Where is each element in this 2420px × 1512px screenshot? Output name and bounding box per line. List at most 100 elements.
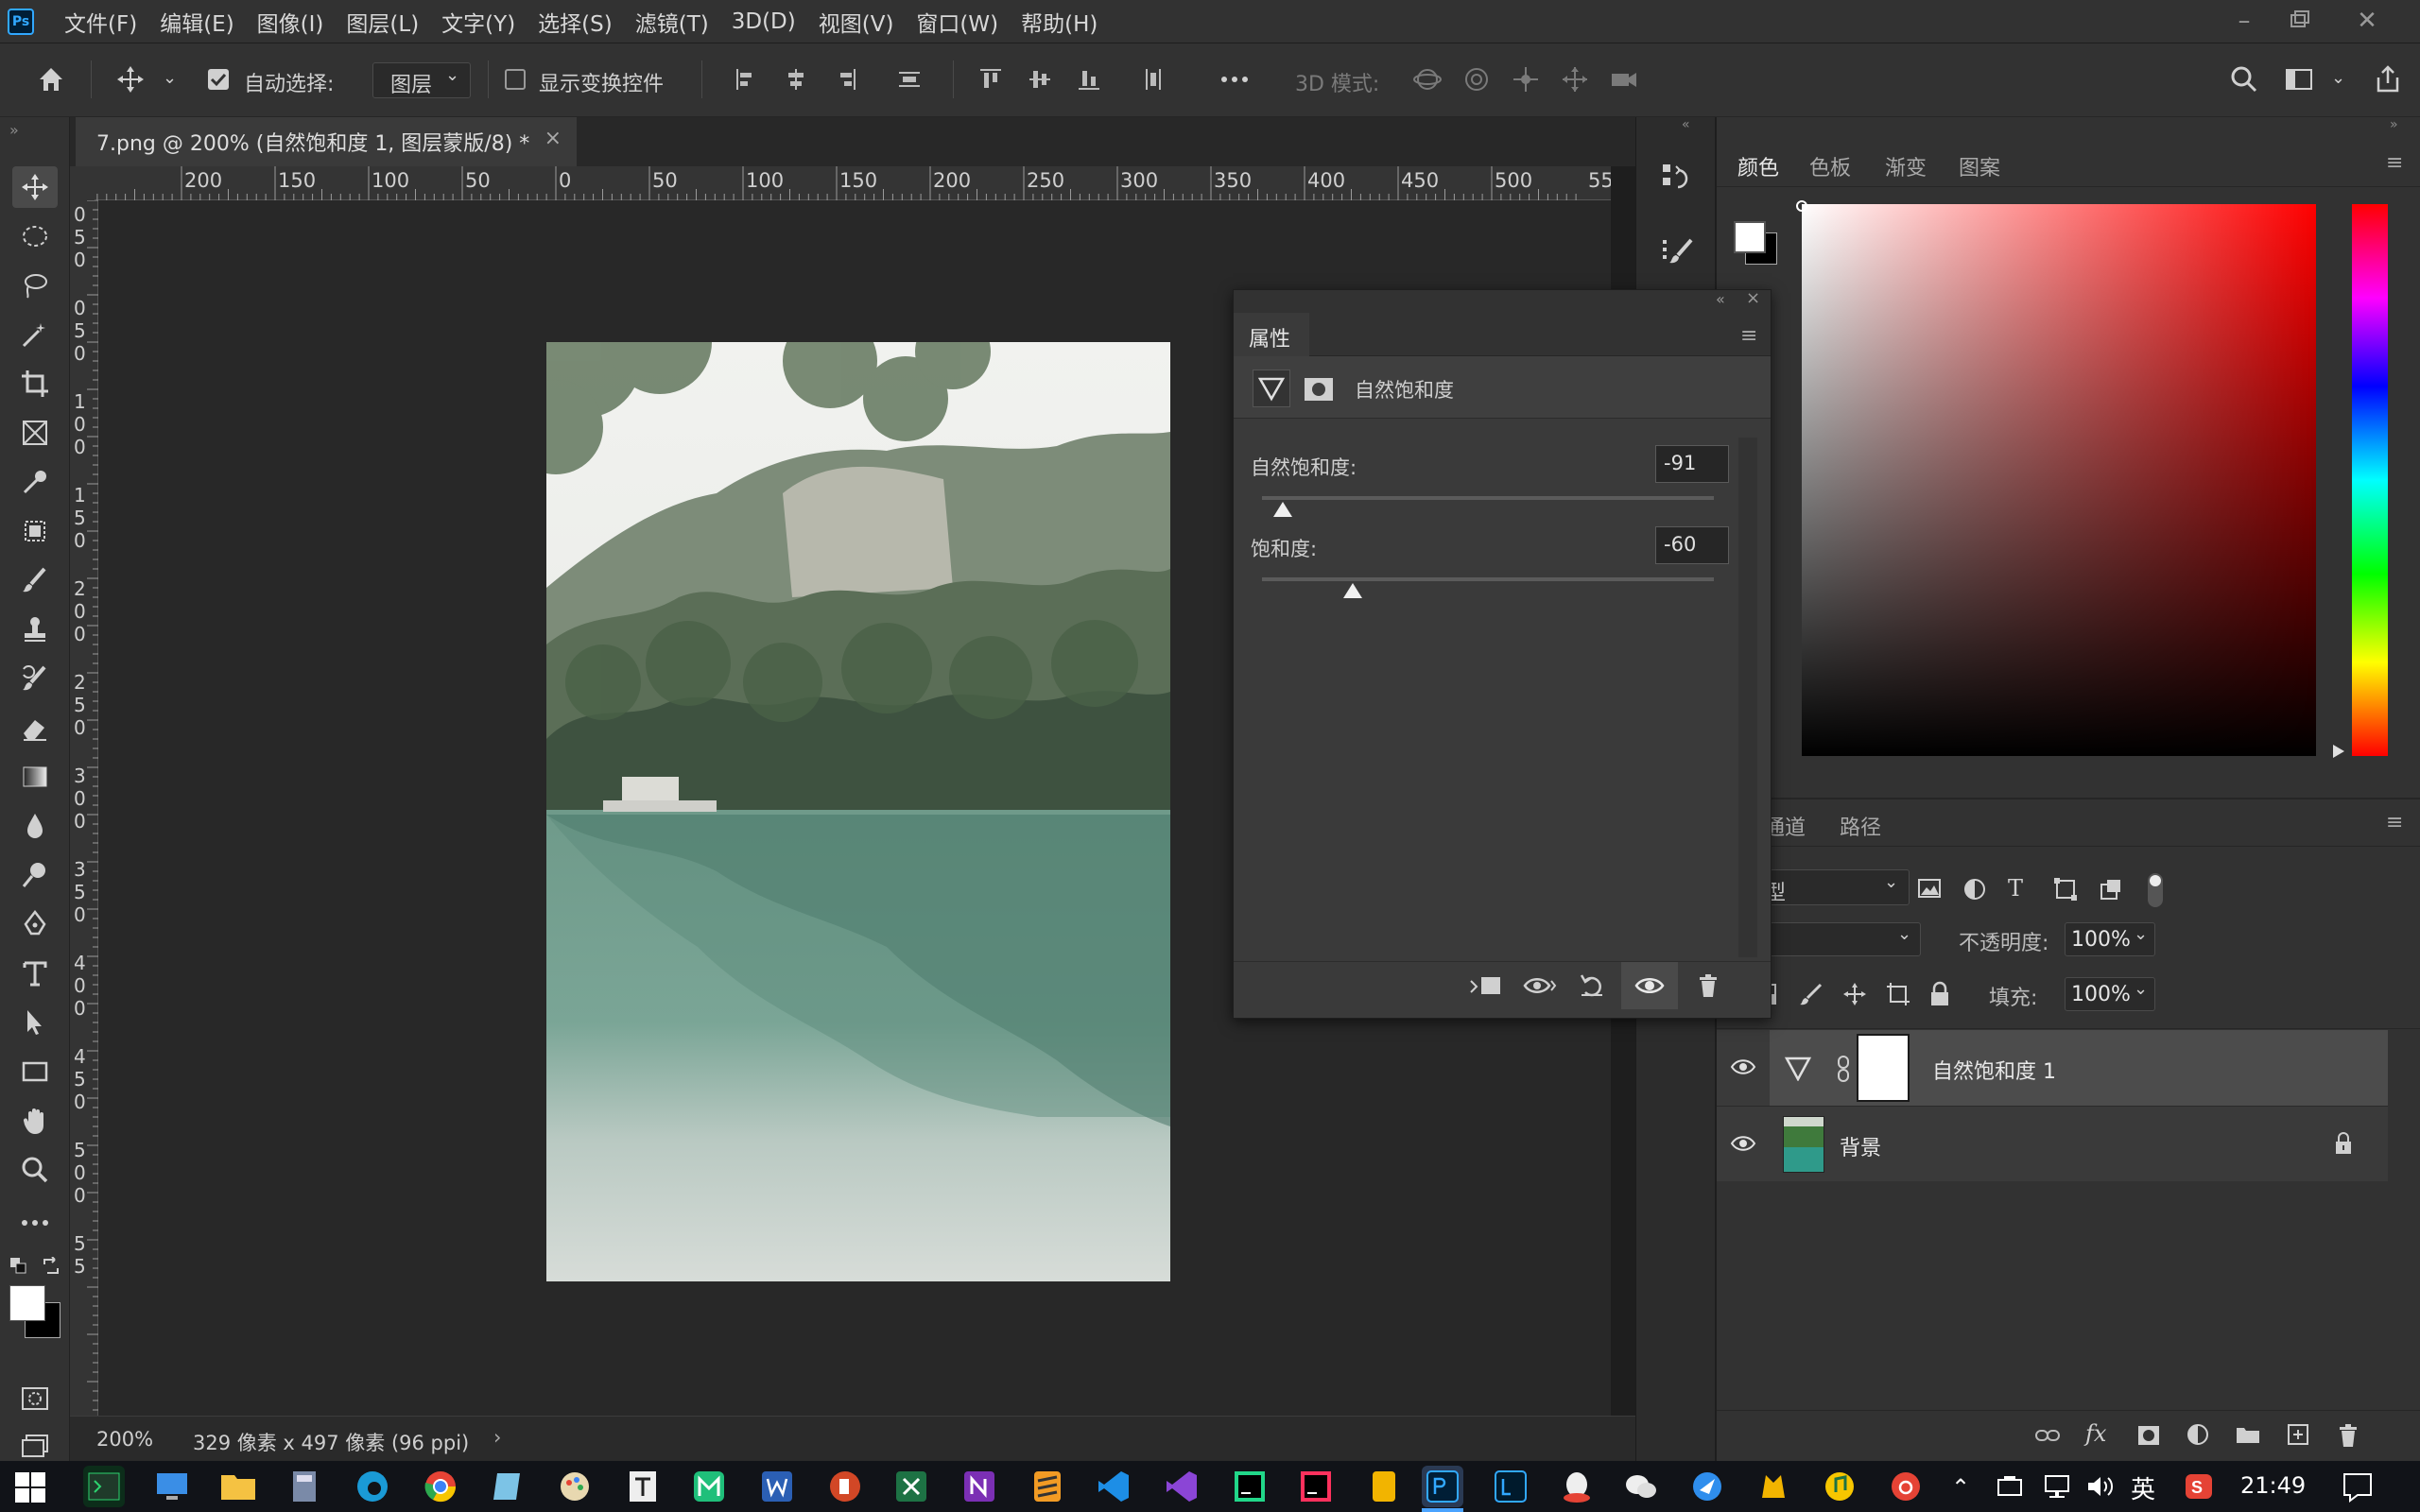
vscode-icon[interactable] [1093,1466,1134,1507]
filter-pixel-icon[interactable] [1917,877,1944,900]
marquee-tool-icon[interactable] [12,215,58,257]
filter-shape-icon[interactable] [2053,877,2078,902]
new-group-icon[interactable] [2235,1424,2261,1445]
delete-adjustment-icon[interactable] [1697,972,1720,999]
terminal-app-icon[interactable] [83,1466,125,1507]
music-app-icon[interactable] [1819,1466,1860,1507]
collapse-panel-icon[interactable]: « [1716,290,1725,308]
align-top-icon[interactable] [972,60,1010,98]
lightroom-icon[interactable] [1490,1466,1531,1507]
document-image[interactable] [546,342,1170,1281]
quick-mask-icon[interactable] [12,1378,58,1419]
layer-mask-thumbnail[interactable] [1857,1034,1910,1102]
document-tab[interactable]: 7.png @ 200% (自然饱和度 1, 图层蒙版/8) * × [76,117,577,166]
dingtalk-icon[interactable] [1753,1466,1794,1507]
filter-adjustment-icon[interactable] [1962,877,1987,902]
new-layer-icon[interactable] [2286,1422,2310,1447]
eyedropper-icon[interactable] [12,461,58,503]
filter-type-icon[interactable]: T [2008,875,2023,902]
3d-orbit-icon[interactable] [1409,60,1446,98]
opacity-field[interactable]: 100% ⌄ [2065,922,2155,956]
crop-tool-icon[interactable] [12,363,58,404]
saturation-slider-handle[interactable] [1342,583,1362,598]
properties-scrollbar[interactable] [1738,438,1757,957]
path-selection-icon[interactable] [12,1002,58,1043]
windows-start-icon[interactable] [13,1470,47,1504]
tab-paths[interactable]: 路径 [1840,811,1881,841]
layer-row-background[interactable]: 背景 [1717,1106,2388,1181]
tab-color[interactable]: 颜色 [1737,151,1779,181]
default-colors-icon[interactable] [9,1257,28,1276]
pen-workspace-icon[interactable] [1995,1472,2025,1501]
3d-roll-icon[interactable] [1458,60,1495,98]
lock-pixels-icon[interactable] [1798,981,1824,1007]
saturation-slider[interactable] [1262,577,1714,581]
visual-studio-icon[interactable] [1161,1466,1202,1507]
chevron-down-icon[interactable]: ⌄ [2331,68,2345,88]
dodge-tool-icon[interactable] [12,854,58,896]
menu-image[interactable]: 图像(I) [257,6,324,38]
move-tool-icon[interactable] [12,166,58,208]
menu-edit[interactable]: 编辑(E) [160,6,233,38]
eye-visibility-icon[interactable] [1730,1057,1756,1077]
vibrance-slider-handle[interactable] [1272,502,1292,517]
pycharm-icon[interactable] [1229,1466,1270,1507]
powerpoint-icon[interactable] [824,1466,866,1507]
intellij-icon[interactable] [1295,1466,1337,1507]
photoshop-taskbar-icon[interactable] [1422,1466,1463,1507]
collapse-panel-icon[interactable]: » [2390,117,2398,132]
menu-select[interactable]: 选择(S) [538,6,613,38]
restore-button[interactable] [2276,4,2322,38]
eye-visibility-icon[interactable] [1730,1133,1756,1154]
foreground-color-swatch[interactable] [9,1285,45,1321]
excel-icon[interactable] [890,1466,932,1507]
properties-title[interactable]: 属性 [1249,322,1290,352]
more-tools-icon[interactable] [12,1202,58,1244]
search-icon[interactable] [2225,60,2263,98]
menu-view[interactable]: 视图(V) [819,6,894,38]
new-adjustment-icon[interactable] [2186,1422,2210,1447]
pen-tool-icon[interactable] [12,903,58,945]
lasso-tool-icon[interactable] [12,265,58,306]
gradient-tool-icon[interactable] [12,756,58,798]
tab-gradients[interactable]: 渐变 [1885,151,1927,181]
expand-toolbar-icon[interactable]: » [9,121,19,139]
home-icon[interactable] [32,60,70,98]
remote-desktop-icon[interactable] [151,1466,193,1507]
tab-patterns[interactable]: 图案 [1959,151,2000,181]
menu-window[interactable]: 窗口(W) [916,6,998,38]
panel-menu-icon[interactable]: ≡ [1740,324,1757,348]
layer-name[interactable]: 自然饱和度 1 [1932,1055,2056,1085]
chrome-browser-icon[interactable] [420,1466,461,1507]
blur-tool-icon[interactable] [12,805,58,847]
menu-file[interactable]: 文件(F) [64,6,137,38]
sublime-text-icon[interactable] [1027,1466,1068,1507]
color-picker-cursor[interactable] [1796,200,1807,212]
netease-music-icon[interactable] [1885,1466,1927,1507]
notes-app-icon[interactable] [488,1466,529,1507]
hand-tool-icon[interactable] [12,1100,58,1142]
type-tool-icon[interactable] [12,953,58,994]
3d-camera-icon[interactable] [1605,60,1643,98]
magic-wand-icon[interactable] [12,314,58,355]
minimize-button[interactable]: – [2221,4,2267,38]
chevron-right-icon[interactable]: › [493,1426,501,1449]
zoom-tool-icon[interactable] [12,1149,58,1191]
delete-layer-icon[interactable] [2337,1422,2360,1449]
adjustment-type-icon[interactable] [1253,369,1290,407]
align-right-icon[interactable] [826,60,864,98]
sogou-ime-icon[interactable]: S [2184,1472,2214,1501]
volume-icon[interactable] [2085,1472,2116,1501]
3d-slide-icon[interactable] [1556,60,1594,98]
menu-filter[interactable]: 滤镜(T) [635,6,709,38]
wechat-icon[interactable] [1620,1466,1662,1507]
chevron-down-icon[interactable]: ⌄ [163,68,177,88]
distribute-vertical-icon[interactable] [1134,60,1172,98]
notification-center-icon[interactable] [2341,1470,2375,1504]
edge-browser-icon[interactable] [352,1466,393,1507]
color-panel-fg-swatch[interactable] [1734,221,1766,253]
swap-colors-icon[interactable] [42,1257,60,1276]
show-transform-checkbox[interactable] [505,69,526,90]
layer-row-vibrance[interactable]: 自然饱和度 1 [1717,1030,2388,1106]
filter-smart-object-icon[interactable] [2099,877,2123,902]
